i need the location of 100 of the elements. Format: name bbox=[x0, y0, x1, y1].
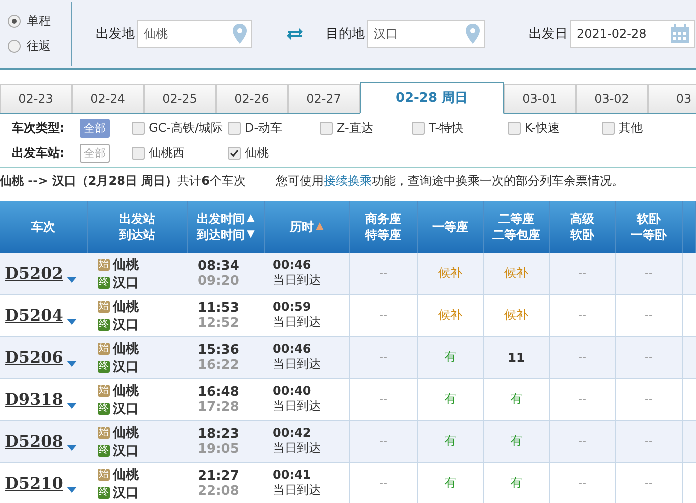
column-header[interactable]: 出发站 bbox=[120, 211, 156, 227]
column-header[interactable]: 软卧 bbox=[570, 227, 594, 243]
arrival-station: 汉口 bbox=[113, 484, 139, 502]
destination-field[interactable]: 汉口 bbox=[367, 20, 485, 48]
field-label: 出发地 bbox=[96, 26, 135, 43]
checkbox-label: GC-高铁/城际 bbox=[149, 120, 224, 137]
train-number-link[interactable]: D9318 bbox=[5, 390, 64, 409]
checkbox[interactable] bbox=[508, 122, 521, 135]
departure-time: 08:34 bbox=[197, 258, 240, 274]
column-header[interactable]: 高级 bbox=[570, 211, 594, 227]
checkbox[interactable] bbox=[602, 122, 615, 135]
sort-arrow[interactable]: ▼ bbox=[247, 227, 255, 243]
date-tab[interactable]: 02-27 bbox=[288, 84, 360, 113]
checkbox-label: 仙桃西 bbox=[149, 145, 185, 162]
seat-availability: 候补 bbox=[504, 307, 528, 324]
train-number-link[interactable]: D5202 bbox=[5, 264, 64, 283]
field-label: 目的地 bbox=[326, 26, 365, 43]
checkbox[interactable] bbox=[228, 147, 241, 160]
location-pin-icon bbox=[466, 24, 480, 44]
all-filter-button[interactable]: 全部 bbox=[80, 144, 110, 163]
arrival-station: 汉口 bbox=[113, 400, 139, 418]
arrival-time: 09:20 bbox=[197, 274, 240, 288]
date-tab[interactable]: 03-02 bbox=[576, 84, 648, 113]
column-header[interactable]: 二等包座 bbox=[492, 227, 540, 243]
seat-availability: -- bbox=[578, 267, 586, 280]
date-tab[interactable]: 03-01 bbox=[504, 84, 576, 113]
dropdown-caret-icon[interactable] bbox=[67, 277, 78, 283]
all-filter-button[interactable]: 全部 bbox=[80, 119, 110, 138]
radio-label: 单程 bbox=[27, 13, 51, 30]
checkbox[interactable] bbox=[132, 147, 145, 160]
train-number-link[interactable]: D5204 bbox=[5, 306, 64, 325]
date-tab[interactable]: 02-28 周日 bbox=[360, 82, 504, 114]
checkbox-label: 仙桃 bbox=[245, 145, 269, 162]
radio-button[interactable] bbox=[8, 15, 21, 28]
column-header[interactable]: 车次 bbox=[32, 219, 56, 235]
seat-availability: -- bbox=[645, 435, 653, 448]
duration: 00:42 bbox=[272, 426, 312, 440]
end-station-badge: 终 bbox=[98, 360, 110, 372]
date-tab[interactable]: 03 bbox=[648, 84, 696, 113]
column-header[interactable]: 出发时间 bbox=[197, 211, 246, 227]
seat-availability: -- bbox=[380, 309, 388, 322]
column-header[interactable]: 特等座 bbox=[366, 227, 402, 243]
arrival-station: 汉口 bbox=[113, 358, 139, 376]
sort-arrow[interactable]: ▲ bbox=[247, 211, 255, 227]
seat-availability: -- bbox=[645, 393, 653, 406]
transfer-link[interactable]: 接续换乘 bbox=[324, 174, 372, 188]
departure-time: 15:36 bbox=[197, 342, 240, 358]
column-header[interactable]: 历时 bbox=[290, 219, 314, 235]
seat-availability: 有 bbox=[444, 349, 456, 366]
seat-availability: -- bbox=[578, 351, 586, 364]
seat-availability: -- bbox=[380, 435, 388, 448]
dropdown-caret-icon[interactable] bbox=[67, 403, 78, 409]
dropdown-caret-icon[interactable] bbox=[67, 361, 78, 367]
field-label: 出发日 bbox=[529, 26, 568, 43]
filter-label: 出发车站: bbox=[12, 145, 66, 162]
dropdown-caret-icon[interactable] bbox=[67, 319, 78, 325]
seat-availability: 候补 bbox=[438, 307, 462, 324]
checkbox-label: 其他 bbox=[619, 120, 643, 137]
arrival-day: 当日到达 bbox=[265, 272, 349, 289]
checkbox[interactable] bbox=[132, 122, 145, 135]
seat-availability: -- bbox=[380, 351, 388, 364]
date-tab[interactable]: 02-24 bbox=[72, 84, 144, 113]
checkbox-label: T-特快 bbox=[429, 120, 464, 137]
column-header[interactable]: 一等卧 bbox=[631, 227, 667, 243]
date-tab[interactable]: 02-25 bbox=[144, 84, 216, 113]
departure-field[interactable]: 仙桃 bbox=[137, 20, 252, 48]
date-field[interactable]: 2021-02-28 bbox=[570, 20, 695, 48]
checkbox[interactable] bbox=[228, 122, 241, 135]
result-summary: 仙桃 --> 汉口（2月28日 周日）共计6个车次 bbox=[0, 172, 246, 190]
radio-button[interactable] bbox=[8, 40, 21, 53]
swap-arrows-icon[interactable] bbox=[286, 27, 304, 41]
duration: 00:41 bbox=[272, 468, 312, 482]
transfer-notice: 您可使用接续换乘功能，查询途中换乘一次的部分列车余票情况。 bbox=[276, 172, 624, 190]
seat-availability: -- bbox=[380, 393, 388, 406]
checkbox[interactable] bbox=[320, 122, 333, 135]
seat-availability: 有 bbox=[510, 433, 522, 450]
column-header[interactable]: 商务座 bbox=[366, 211, 402, 227]
date-tab[interactable]: 02-26 bbox=[216, 84, 288, 113]
dropdown-caret-icon[interactable] bbox=[67, 487, 78, 493]
duration: 00:46 bbox=[272, 342, 312, 356]
train-number-link[interactable]: D5208 bbox=[5, 432, 64, 451]
column-header[interactable]: 二等座 bbox=[498, 211, 534, 227]
start-station-badge: 始 bbox=[98, 384, 110, 396]
seat-availability: 有 bbox=[444, 475, 456, 492]
column-header[interactable]: 一等座 bbox=[432, 219, 468, 235]
duration: 00:46 bbox=[272, 258, 312, 272]
column-header[interactable]: 到达时间 bbox=[197, 227, 246, 243]
end-station-badge: 终 bbox=[98, 486, 110, 498]
dropdown-caret-icon[interactable] bbox=[67, 445, 78, 451]
column-header[interactable]: 软卧 bbox=[637, 211, 661, 227]
column-header[interactable]: 到达站 bbox=[120, 227, 156, 243]
departure-time: 21:27 bbox=[197, 468, 240, 484]
train-number-link[interactable]: D5206 bbox=[5, 348, 64, 367]
date-tab[interactable]: 02-23 bbox=[0, 84, 72, 113]
arrival-day: 当日到达 bbox=[265, 482, 349, 499]
train-number-link[interactable]: D5210 bbox=[5, 474, 64, 493]
arrival-time: 22:08 bbox=[197, 484, 240, 498]
arrival-time: 12:52 bbox=[197, 316, 240, 330]
checkbox[interactable] bbox=[412, 122, 425, 135]
duration: 00:59 bbox=[272, 300, 312, 314]
